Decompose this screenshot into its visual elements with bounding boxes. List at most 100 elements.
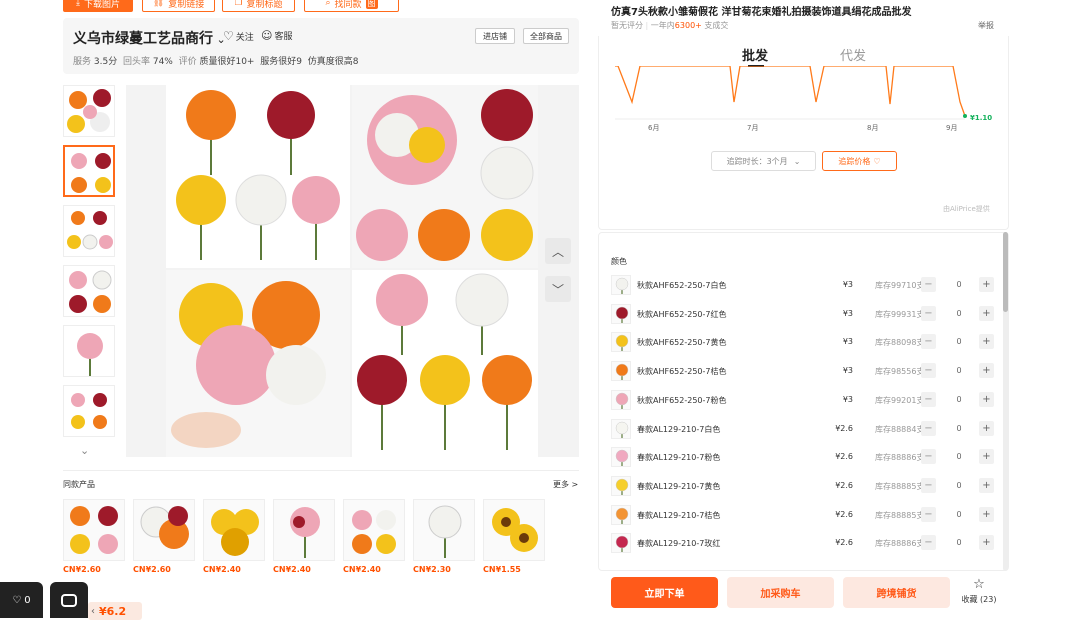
order-now-button[interactable]: 立即下单 [611, 577, 718, 608]
follow-button[interactable]: ♡ 关注 [223, 29, 254, 43]
decrease-quantity-button[interactable]: − [921, 305, 936, 321]
chevron-up-icon[interactable]: ︿ [545, 238, 571, 264]
decrease-quantity-button[interactable]: − [921, 506, 936, 522]
quantity-input[interactable]: 0 [951, 337, 967, 346]
thumbnail-4[interactable] [63, 265, 115, 317]
sales-value: 6300+ [674, 21, 702, 30]
cross-border-listing-button[interactable]: 跨境铺货 [843, 577, 950, 608]
similar-product-4[interactable] [273, 499, 335, 561]
chat-face-icon: ☺ [261, 29, 273, 42]
variant-thumbnail[interactable] [611, 447, 631, 468]
decrease-quantity-button[interactable]: − [921, 477, 936, 493]
quantity-input[interactable]: 0 [951, 452, 967, 461]
favorite-label: 收藏 (23) [961, 595, 997, 604]
all-products-button[interactable]: 全部商品 [523, 28, 569, 44]
shop-name[interactable]: 义乌市绿蔓工艺品商行 ⌄ [73, 28, 226, 48]
similar-product-6[interactable] [413, 499, 475, 561]
chevron-left-icon: ‹ [91, 605, 95, 617]
tab-dropship[interactable]: 代发 [840, 45, 866, 64]
variant-row: 秋款AHF652-250-7白色 ¥3 库存99710支 − 0 + [611, 274, 1001, 296]
thumbnail-2[interactable] [63, 145, 115, 197]
variant-thumbnail[interactable] [611, 533, 631, 554]
tracking-period-select[interactable]: 追踪时长：3个月 ⌄ [711, 151, 816, 171]
thumbnail-1[interactable] [63, 85, 115, 137]
decrease-quantity-button[interactable]: − [921, 535, 936, 551]
decrease-quantity-button[interactable]: − [921, 449, 936, 465]
decrease-quantity-button[interactable]: − [921, 420, 936, 436]
favorites-widget[interactable]: ♡ 0 [0, 582, 43, 618]
quantity-input[interactable]: 0 [951, 510, 967, 519]
variant-thumbnail[interactable] [611, 361, 631, 382]
download-images-button[interactable]: ⤓ 下载图片 [63, 0, 133, 12]
decrease-quantity-button[interactable]: − [921, 391, 936, 407]
decrease-quantity-button[interactable]: − [921, 277, 936, 292]
variant-thumbnail[interactable] [611, 275, 631, 295]
variant-thumbnail[interactable] [611, 475, 631, 496]
increase-quantity-button[interactable]: + [979, 334, 994, 350]
increase-quantity-button[interactable]: + [979, 363, 994, 379]
quantity-input[interactable]: 0 [951, 481, 967, 490]
increase-quantity-button[interactable]: + [979, 277, 994, 292]
find-similar-button[interactable]: ⌕ 找同款 图 [304, 0, 399, 12]
variant-thumbnail[interactable] [611, 504, 631, 525]
variant-stock: 库存88886支 [875, 453, 925, 463]
increase-quantity-button[interactable]: + [979, 420, 994, 436]
similar-product-1[interactable] [63, 499, 125, 561]
quantity-input[interactable]: 0 [951, 280, 967, 289]
image-panel-bottom-right [352, 270, 538, 457]
increase-quantity-button[interactable]: + [979, 477, 994, 493]
copy-title-button[interactable]: ❐ 复制标题 [222, 0, 295, 12]
sales-prefix: 一年内 [650, 21, 675, 30]
increase-quantity-button[interactable]: + [979, 535, 994, 551]
similar-product-5[interactable] [343, 499, 405, 561]
shop-metrics: 服务 3.5分 回头率 74% 评价 质量很好10+ 服务很好9 仿真度很高8 [73, 54, 358, 67]
variant-scrollbar-thumb[interactable] [1003, 232, 1008, 312]
quantity-input[interactable]: 0 [951, 366, 967, 375]
increase-quantity-button[interactable]: + [979, 449, 994, 465]
similar-products-title: 同款产品 [63, 480, 95, 489]
chevron-down-icon[interactable]: ﹀ [545, 276, 571, 302]
variant-price: ¥3 [842, 280, 853, 289]
favorite-button[interactable]: ☆ 收藏 (23) [958, 578, 1000, 605]
similar-product-3[interactable] [203, 499, 265, 561]
variant-thumbnail[interactable] [611, 389, 631, 410]
decrease-quantity-button[interactable]: − [921, 334, 936, 350]
variant-row: 春款AL129-210-7玫红 ¥2.6 库存88886支 − 0 + [611, 532, 1001, 554]
variant-thumbnail[interactable] [611, 332, 631, 353]
quantity-input[interactable]: 0 [951, 538, 967, 547]
enter-shop-button[interactable]: 进店铺 [475, 28, 515, 44]
similar-product-2[interactable] [133, 499, 195, 561]
favorites-count: 0 [24, 594, 31, 606]
similar-more-link[interactable]: 更多 > [553, 479, 578, 490]
variant-thumbnail[interactable] [611, 303, 631, 324]
copy-link-button[interactable]: ⛓ 复制链接 [142, 0, 215, 12]
quantity-input[interactable]: 0 [951, 424, 967, 433]
thumbnail-6[interactable] [63, 385, 115, 437]
price-widget[interactable]: ‹ ¥6.2 [88, 602, 142, 620]
variant-thumbnail[interactable] [611, 418, 631, 439]
main-product-image [126, 85, 579, 457]
thumbnail-5[interactable] [63, 325, 115, 377]
thumbnail-3[interactable] [63, 205, 115, 257]
chat-button[interactable] [50, 582, 88, 618]
increase-quantity-button[interactable]: + [979, 506, 994, 522]
image-search-badge: 图 [365, 0, 378, 9]
image-panel-top-right [352, 85, 538, 268]
increase-quantity-button[interactable]: + [979, 305, 994, 321]
report-link[interactable]: 举报 [978, 20, 994, 31]
chevron-down-icon[interactable]: ⌄ [80, 444, 89, 457]
similar-product-7[interactable] [483, 499, 545, 561]
decrease-quantity-button[interactable]: − [921, 363, 936, 379]
variant-stock: 库存88884支 [875, 424, 925, 434]
add-to-cart-button[interactable]: 加采购车 [727, 577, 834, 608]
customer-service-button[interactable]: ☺ 客服 [261, 29, 292, 42]
track-price-button[interactable]: 追踪价格 ♡ [822, 151, 897, 171]
quantity-input[interactable]: 0 [951, 309, 967, 318]
quantity-input[interactable]: 0 [951, 395, 967, 404]
tracking-period-value: 追踪时长：3个月 [726, 156, 788, 166]
tab-wholesale[interactable]: 批发 [742, 45, 768, 64]
sales-suffix: 支成交 [704, 21, 729, 30]
increase-quantity-button[interactable]: + [979, 391, 994, 407]
variant-price: ¥2.6 [835, 538, 853, 548]
heart-icon: ♡ [12, 594, 22, 606]
